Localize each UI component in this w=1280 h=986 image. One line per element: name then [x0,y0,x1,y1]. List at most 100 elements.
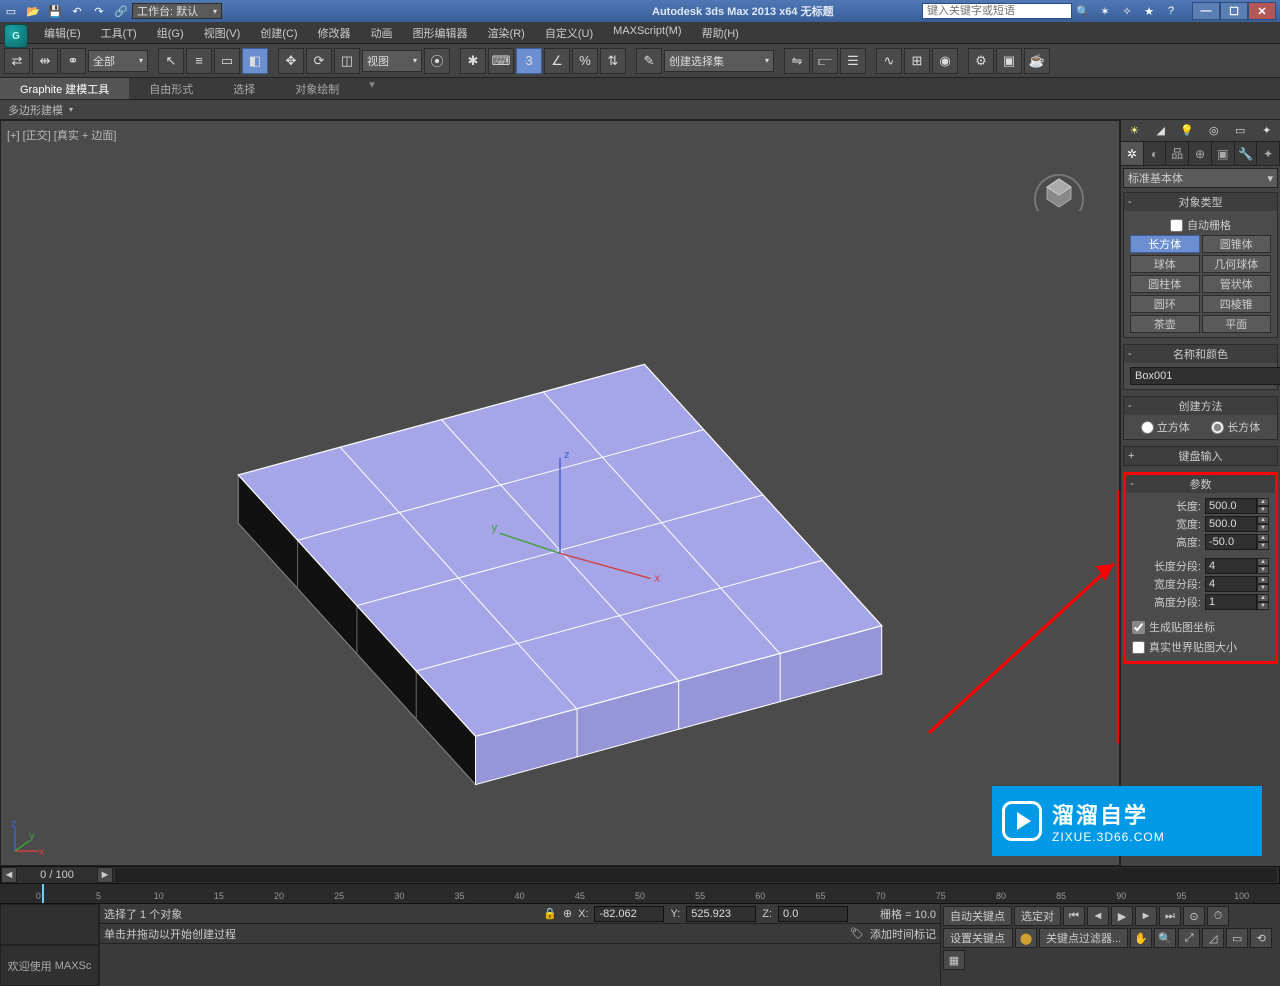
height-input[interactable] [1205,534,1257,550]
schematic-icon[interactable]: ⊞ [904,48,930,74]
modify-tab[interactable]: ◐ [1144,142,1167,165]
next-frame-icon[interactable]: ► [1135,906,1157,926]
menu-item[interactable]: 帮助(H) [692,25,749,41]
zoom-region-icon[interactable]: ▭ [1226,928,1248,948]
orbit-icon[interactable]: ⟲ [1250,928,1272,948]
time-tag-icon[interactable]: 🏷 [850,927,864,940]
pivot-icon[interactable]: ⦿ [424,48,450,74]
primitive-button[interactable]: 球体 [1130,255,1200,273]
ribbon-strip[interactable]: 多边形建模▾ [0,100,1280,120]
ribbon-tab[interactable]: Graphite 建模工具 [0,78,129,99]
tool1-icon[interactable]: ✶ [1096,2,1114,20]
menu-item[interactable]: 视图(V) [194,25,251,41]
genmap-checkbox[interactable] [1132,621,1145,634]
lock-icon[interactable]: 🔒 [543,907,557,920]
current-frame-marker[interactable] [42,884,44,903]
manipulate-icon[interactable]: ✱ [460,48,486,74]
wsegs-input[interactable] [1205,576,1257,592]
setkey-button[interactable]: 设置关键点 [943,928,1013,948]
autogrid-checkbox[interactable] [1170,219,1183,232]
move-icon[interactable]: ✥ [278,48,304,74]
primitive-button[interactable]: 圆锥体 [1202,235,1272,253]
primitive-button[interactable]: 平面 [1202,315,1272,333]
rotate-icon[interactable]: ⟳ [306,48,332,74]
keyboard-icon[interactable]: ⌨ [488,48,514,74]
spinner-snap-icon[interactable]: ⇅ [600,48,626,74]
primitive-button[interactable]: 圆环 [1130,295,1200,313]
time-prev-icon[interactable]: ◄ [1,867,17,883]
named-sel-dropdown[interactable]: 创建选择集▾ [664,50,774,72]
key-icon[interactable]: ⬤ [1015,928,1037,948]
prev-frame-icon[interactable]: ◄ [1087,906,1109,926]
redo-icon[interactable]: ↷ [90,2,108,20]
select-name-icon[interactable]: ≡ [186,48,212,74]
y-coord[interactable]: 525.923 [686,906,756,922]
viewport[interactable]: [+] [正交] [真实 + 边面] [0,120,1120,866]
menu-item[interactable]: 自定义(U) [535,25,603,41]
primitive-button[interactable]: 几何球体 [1202,255,1272,273]
camera-icon[interactable]: ◎ [1204,122,1224,140]
undo-icon[interactable]: ↶ [68,2,86,20]
length-up[interactable]: ▲ [1257,498,1269,506]
fov-icon[interactable]: ◿ [1202,928,1224,948]
render-frame-icon[interactable]: ▣ [996,48,1022,74]
play-icon[interactable]: ▶ [1111,906,1133,926]
app-icon[interactable]: G [4,24,28,48]
length-down[interactable]: ▼ [1257,506,1269,514]
render-setup-icon[interactable]: ⚙ [968,48,994,74]
zoom-ext-icon[interactable]: ⤢ [1178,928,1200,948]
selset-button[interactable]: 选定对 [1014,906,1061,926]
time-ruler[interactable]: 0510152025303540455055606570758085909510… [0,884,1280,904]
material-icon[interactable]: ◉ [932,48,958,74]
save-icon[interactable]: 💾 [46,2,64,20]
more-tab[interactable]: ✦ [1257,142,1280,165]
lsegs-down[interactable]: ▼ [1257,566,1269,574]
width-up[interactable]: ▲ [1257,516,1269,524]
ribbon-tab[interactable]: 对象绘制 [275,78,359,99]
tool3-icon[interactable]: ★ [1140,2,1158,20]
help-icon[interactable]: ? [1162,2,1180,20]
open-icon[interactable]: 📂 [24,2,42,20]
maxscript-mini[interactable] [0,904,99,945]
hsegs-down[interactable]: ▼ [1257,602,1269,610]
keyfilter-button[interactable]: 关键点过滤器... [1039,928,1128,948]
unlink-tool-icon[interactable]: ⇹ [32,48,58,74]
goto-end-icon[interactable]: ⏭ [1159,906,1181,926]
help-search-input[interactable] [922,3,1072,19]
menu-item[interactable]: 编辑(E) [34,25,91,41]
abs-rel-icon[interactable]: ⊕ [563,907,572,920]
primitive-button[interactable]: 长方体 [1130,235,1200,253]
lsegs-input[interactable] [1205,558,1257,574]
snap-toggle-icon[interactable]: 3 [516,48,542,74]
height-down[interactable]: ▼ [1257,542,1269,550]
maximize-button[interactable]: ☐ [1220,2,1248,20]
hsegs-up[interactable]: ▲ [1257,594,1269,602]
render-icon[interactable]: ☕ [1024,48,1050,74]
primitive-button[interactable]: 茶壶 [1130,315,1200,333]
menu-item[interactable]: 渲染(R) [478,25,535,41]
key-mode-icon[interactable]: ⊙ [1183,906,1205,926]
new-icon[interactable]: ▭ [2,2,20,20]
length-input[interactable] [1205,498,1257,514]
minimize-button[interactable]: — [1192,2,1220,20]
layers-icon[interactable]: ☰ [840,48,866,74]
named-sel-edit-icon[interactable]: ✎ [636,48,662,74]
category-dropdown[interactable]: 标准基本体▾ [1123,168,1278,188]
primitive-button[interactable]: 四棱锥 [1202,295,1272,313]
edged-icon[interactable]: ◢ [1151,122,1171,140]
pan-icon[interactable]: ✋ [1130,928,1152,948]
scale-icon[interactable]: ◫ [334,48,360,74]
display-tab[interactable]: ▣ [1212,142,1235,165]
tool2-icon[interactable]: ✧ [1118,2,1136,20]
display-icon[interactable]: ▭ [1230,122,1250,140]
menu-item[interactable]: MAXScript(M) [603,25,691,37]
method-cube-radio[interactable]: 立方体 [1141,419,1190,435]
window-crossing-icon[interactable]: ◧ [242,48,268,74]
menu-item[interactable]: 动画 [361,25,403,41]
motion-tab[interactable]: ⊕ [1189,142,1212,165]
autokey-button[interactable]: 自动关键点 [943,906,1012,926]
menu-item[interactable]: 组(G) [147,25,194,41]
align-icon[interactable]: ⫍ [812,48,838,74]
wsegs-up[interactable]: ▲ [1257,576,1269,584]
primitive-button[interactable]: 管状体 [1202,275,1272,293]
